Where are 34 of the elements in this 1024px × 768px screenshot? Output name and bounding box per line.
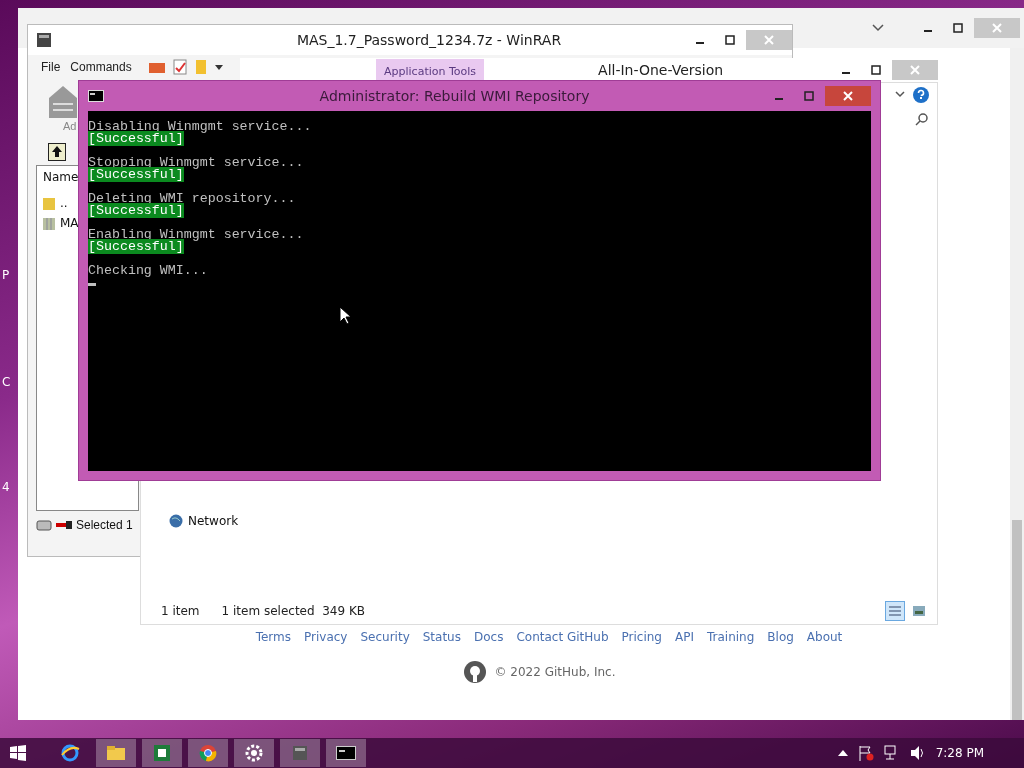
ribbon-tab[interactable]: Application Tools: [376, 59, 485, 81]
window-title: Administrator: Rebuild WMI Repository: [318, 88, 591, 104]
footer-link[interactable]: Privacy: [304, 630, 348, 644]
nav-item[interactable]: Network: [169, 514, 239, 528]
console-line: Disabling Winmgmt service...: [88, 119, 312, 134]
footer-link[interactable]: Security: [360, 630, 410, 644]
status-text: 1 item: [161, 604, 200, 618]
footer-link[interactable]: Blog: [767, 630, 794, 644]
footer-link[interactable]: Docs: [474, 630, 504, 644]
window-title: MAS_1.7_Password_1234.7z - WinRAR: [295, 32, 563, 48]
console-line: Checking WMI...: [88, 263, 208, 278]
status-text: 1 item selected 349 KB: [221, 604, 366, 618]
footer-link[interactable]: Status: [422, 630, 461, 644]
toolbar-label: Ad: [63, 120, 77, 132]
footer-link[interactable]: API: [674, 630, 694, 644]
column-header[interactable]: Name: [43, 170, 79, 184]
footer-link[interactable]: Training: [706, 630, 755, 644]
desktop-icon-label: C: [2, 375, 11, 389]
footer-link[interactable]: Contact GitHub: [516, 630, 609, 644]
console-line: Enabling Winmgmt service...: [88, 227, 304, 242]
footer-link[interactable]: About: [806, 630, 843, 644]
window-title: All-In-One-Version: [598, 62, 725, 78]
file-row[interactable]: MA: [43, 216, 79, 230]
menu-item[interactable]: File: [40, 60, 62, 74]
copyright-text: © 2022 GitHub, Inc.: [494, 665, 616, 679]
file-row[interactable]: ..: [43, 196, 68, 210]
console-line: Deleting WMI repository...: [88, 191, 296, 206]
clock[interactable]: 7:28 PM: [935, 746, 984, 760]
desktop-icon-label: 4: [2, 480, 10, 494]
footer-link[interactable]: Terms: [255, 630, 291, 644]
desktop-icon-label: P: [2, 268, 10, 282]
status-text: Selected 1: [76, 518, 133, 532]
footer-link[interactable]: Pricing: [621, 630, 662, 644]
menu-item[interactable]: Commands: [69, 60, 133, 74]
